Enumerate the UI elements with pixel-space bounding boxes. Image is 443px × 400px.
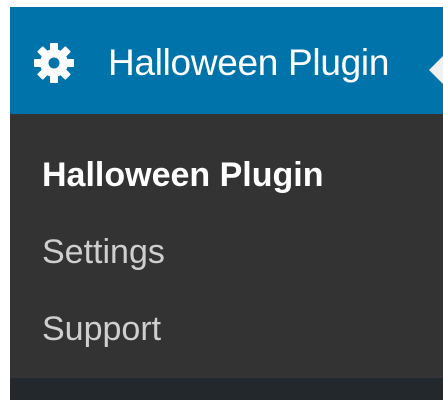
admin-sidebar-menu: Halloween Plugin Halloween Plugin Settin…	[10, 7, 443, 400]
current-menu-arrow	[429, 56, 443, 84]
submenu-item-settings[interactable]: Settings	[42, 232, 165, 272]
submenu-item-halloween-plugin[interactable]: Halloween Plugin	[42, 155, 323, 195]
submenu: Halloween Plugin Settings Support	[10, 114, 443, 378]
menu-bottom-edge	[10, 378, 443, 400]
menu-title: Halloween Plugin	[108, 42, 390, 83]
menu-header-halloween-plugin[interactable]: Halloween Plugin	[10, 7, 443, 114]
gear-icon	[33, 42, 75, 84]
submenu-item-support[interactable]: Support	[42, 309, 161, 349]
